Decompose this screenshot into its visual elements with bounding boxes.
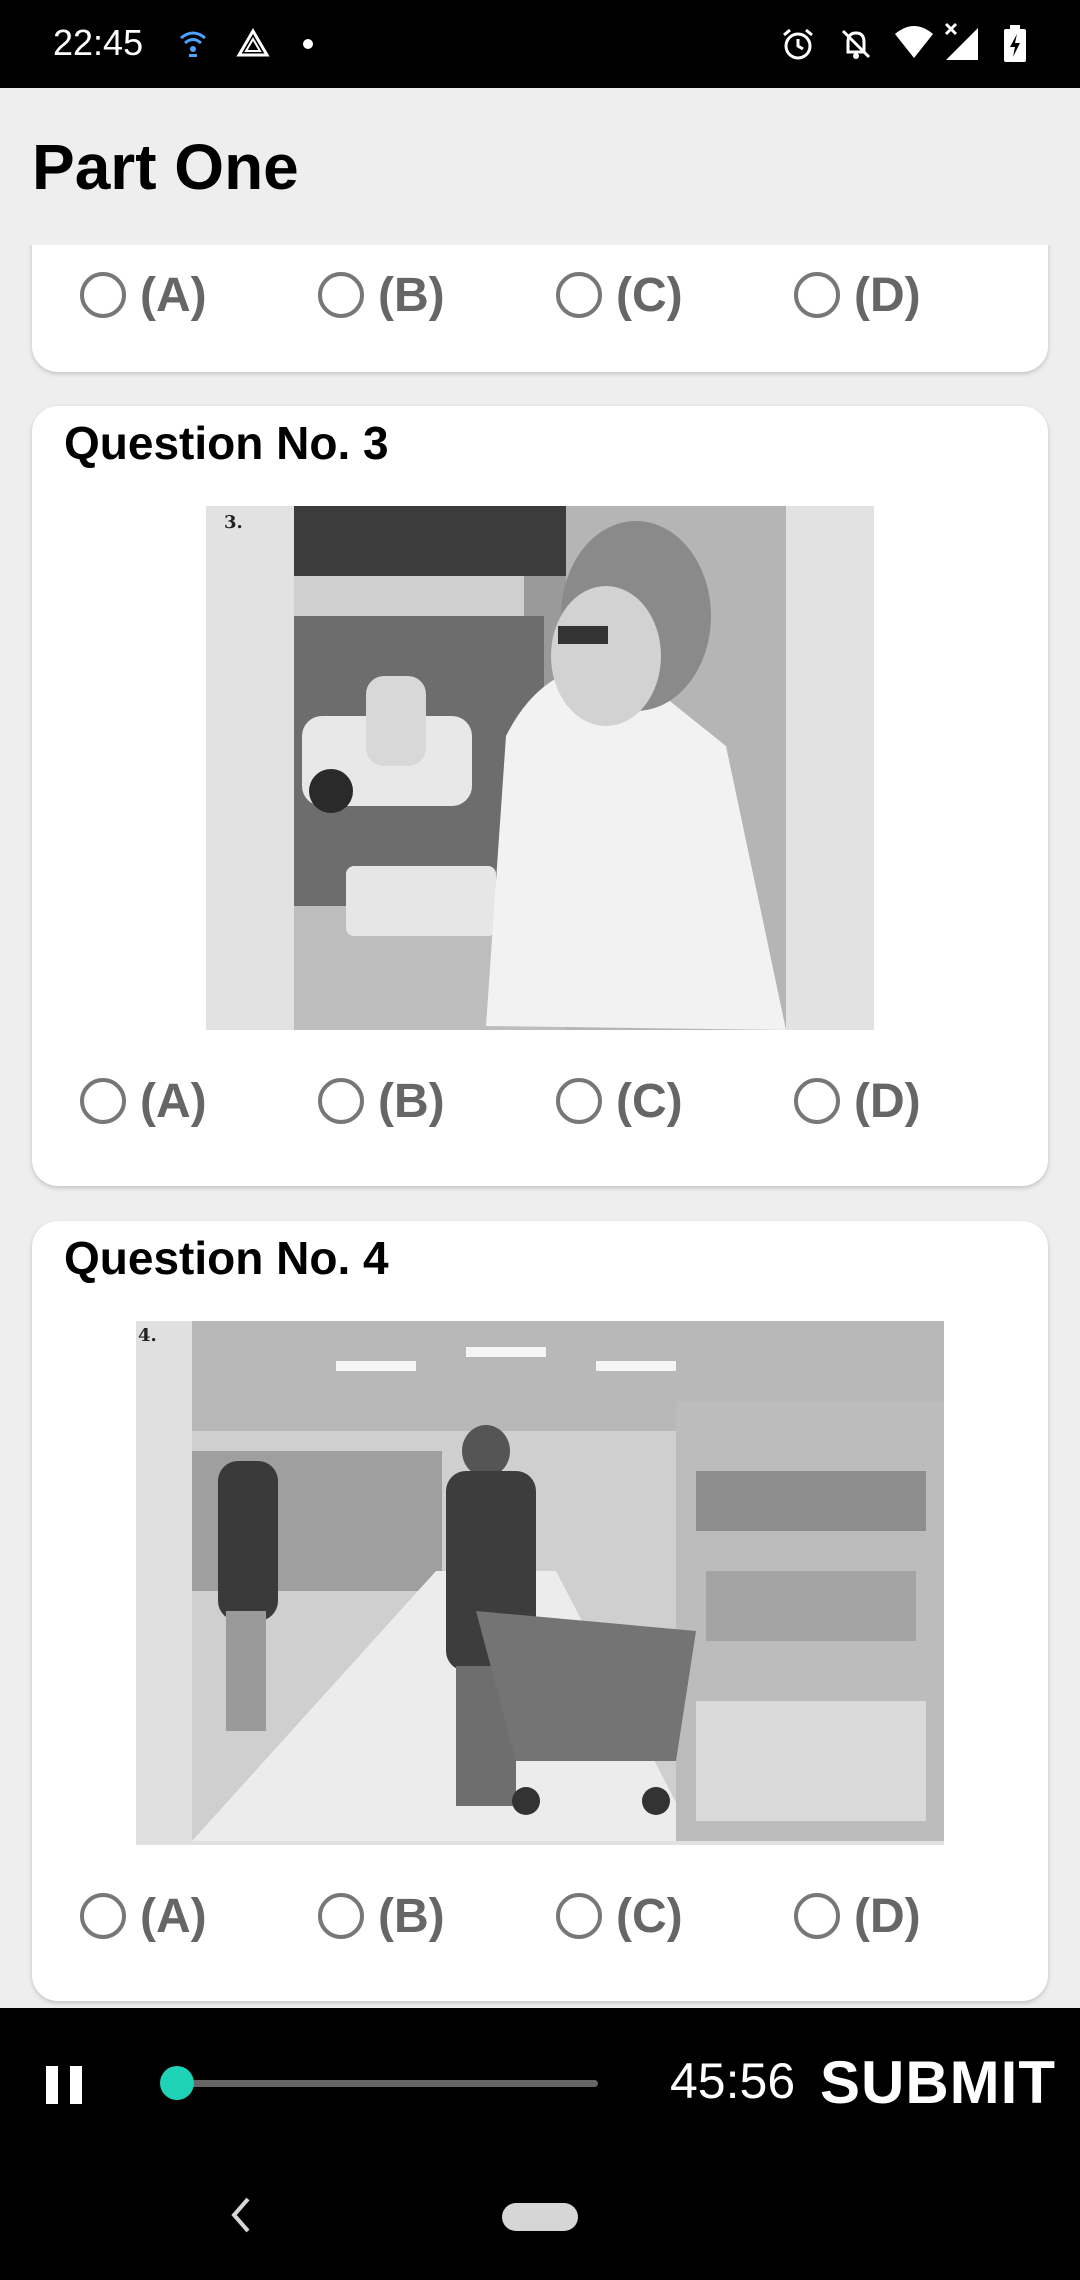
option-label: (D) — [854, 268, 921, 322]
radio-button[interactable] — [80, 1078, 126, 1124]
answer-options: (A) (B) (C) (D) — [32, 1066, 1048, 1136]
option-label: (D) — [854, 1074, 921, 1128]
battery-charging-icon — [1004, 25, 1026, 62]
radio-button[interactable] — [318, 1893, 364, 1939]
option-label: (C) — [616, 1074, 683, 1128]
question-photo: 4. — [136, 1321, 944, 1845]
option-label: (C) — [616, 1889, 683, 1943]
option-label: (B) — [378, 1074, 445, 1128]
lab-scene-image — [206, 506, 874, 1030]
option-b[interactable]: (B) — [318, 260, 445, 330]
radio-button[interactable] — [794, 272, 840, 318]
option-label: (B) — [378, 268, 445, 322]
notifications-off-icon — [841, 29, 871, 59]
pause-icon — [70, 2066, 82, 2104]
alarm-icon — [783, 28, 813, 60]
navigation-bar — [0, 2153, 1080, 2280]
radio-button[interactable] — [556, 1893, 602, 1939]
question-card-2: (A) (B) (C) (D) — [32, 245, 1048, 372]
pause-icon — [46, 2066, 58, 2104]
submit-button[interactable]: SUBMIT — [820, 2048, 1056, 2117]
dot-icon — [303, 39, 313, 49]
status-time: 22:45 — [53, 22, 144, 63]
radio-button[interactable] — [794, 1893, 840, 1939]
wifi-calling-icon — [180, 31, 206, 57]
option-c[interactable]: (C) — [556, 1066, 683, 1136]
option-label: (A) — [140, 268, 207, 322]
option-d[interactable]: (D) — [794, 260, 921, 330]
option-d[interactable]: (D) — [794, 1066, 921, 1136]
page-title: Part One — [32, 131, 299, 203]
audio-progress-thumb[interactable] — [159, 2066, 194, 2100]
question-card-3: Question No. 3 3. (A) (B) (C) (D) — [32, 406, 1048, 1186]
question-list[interactable]: (A) (B) (C) (D) Question No. 3 3. (A) (B… — [0, 245, 1080, 2008]
question-title: Question No. 4 — [64, 1232, 389, 1284]
option-label: (D) — [854, 1889, 921, 1943]
option-label: (B) — [378, 1889, 445, 1943]
option-label: (A) — [140, 1889, 207, 1943]
store-scene-image — [136, 1321, 944, 1845]
back-icon[interactable] — [226, 2193, 256, 2237]
home-pill-button[interactable] — [502, 2203, 578, 2231]
option-b[interactable]: (B) — [318, 1066, 445, 1136]
radio-button[interactable] — [318, 272, 364, 318]
answer-options: (A) (B) (C) (D) — [32, 1881, 1048, 1951]
option-c[interactable]: (C) — [556, 1881, 683, 1951]
radio-button[interactable] — [556, 272, 602, 318]
option-a[interactable]: (A) — [80, 260, 207, 330]
question-photo: 3. — [206, 506, 874, 1030]
cellular-no-signal-icon — [944, 22, 978, 60]
photo-number: 3. — [224, 512, 243, 533]
option-d[interactable]: (D) — [794, 1881, 921, 1951]
radio-button[interactable] — [318, 1078, 364, 1124]
option-a[interactable]: (A) — [80, 1881, 207, 1951]
radio-button[interactable] — [80, 272, 126, 318]
drive-icon — [236, 28, 270, 57]
option-b[interactable]: (B) — [318, 1881, 445, 1951]
wifi-icon — [895, 26, 933, 58]
option-label: (A) — [140, 1074, 207, 1128]
time-remaining: 45:56 — [670, 2053, 796, 2109]
question-card-4: Question No. 4 4. (A) (B) (C) (D) — [32, 1221, 1048, 2001]
pause-button[interactable] — [44, 2048, 84, 2112]
question-title: Question No. 3 — [64, 417, 389, 469]
radio-button[interactable] — [80, 1893, 126, 1939]
radio-button[interactable] — [556, 1078, 602, 1124]
radio-button[interactable] — [794, 1078, 840, 1124]
answer-options: (A) (B) (C) (D) — [32, 260, 1048, 330]
photo-number: 4. — [138, 1325, 157, 1346]
audio-progress-track[interactable] — [168, 2080, 598, 2087]
option-label: (C) — [616, 268, 683, 322]
option-c[interactable]: (C) — [556, 260, 683, 330]
status-bar: 22:45 — [0, 0, 1080, 88]
option-a[interactable]: (A) — [80, 1066, 207, 1136]
